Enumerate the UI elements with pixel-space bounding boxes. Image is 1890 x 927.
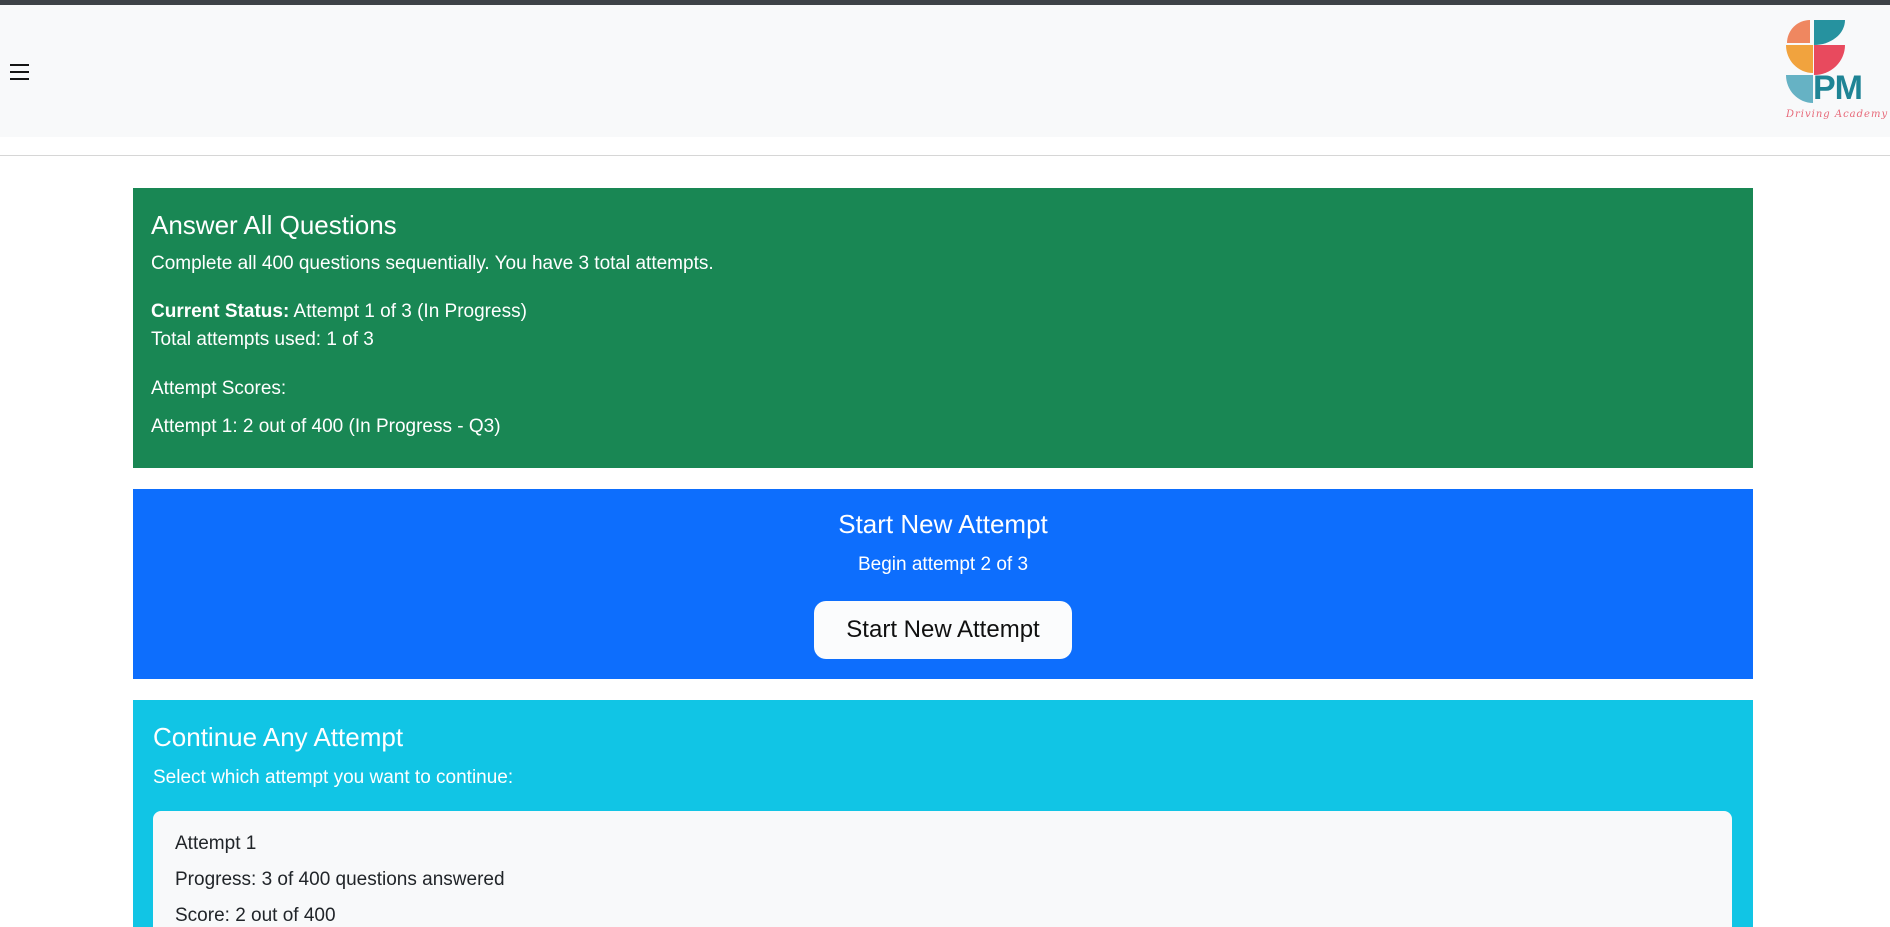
current-status-value: Attempt 1 of 3 (In Progress) xyxy=(289,301,527,322)
start-new-title: Start New Attempt xyxy=(133,507,1753,541)
current-status-line: Current Status: Attempt 1 of 3 (In Progr… xyxy=(151,298,1729,326)
logo-text: PM xyxy=(1813,71,1877,105)
logo-teal-quarter-shape xyxy=(1814,20,1845,45)
attempt-name: Attempt 1 xyxy=(175,830,1710,858)
hamburger-menu-icon[interactable] xyxy=(10,62,30,82)
header-divider xyxy=(0,155,1890,156)
attempt-score: Score: 2 out of 400 xyxy=(175,902,1710,927)
attempt-progress: Progress: 3 of 400 questions answered xyxy=(175,866,1710,894)
current-status-label: Current Status: xyxy=(151,301,289,322)
start-new-attempt-button[interactable]: Start New Attempt xyxy=(814,601,1071,659)
app-header: PM Driving Academy xyxy=(0,5,1890,137)
logo-lightblue-quarter-shape xyxy=(1786,75,1813,103)
start-new-subtitle: Begin attempt 2 of 3 xyxy=(133,551,1753,579)
continue-subtitle: Select which attempt you want to continu… xyxy=(153,764,1732,792)
pm-driving-academy-logo[interactable]: PM Driving Academy xyxy=(1786,17,1877,122)
answer-all-title: Answer All Questions xyxy=(151,208,1729,242)
attempt-scores-label: Attempt Scores: xyxy=(151,375,1729,403)
answer-all-questions-card: Answer All Questions Complete all 400 qu… xyxy=(133,188,1753,468)
answer-all-description: Complete all 400 questions sequentially.… xyxy=(151,250,1729,278)
logo-tagline: Driving Academy xyxy=(1786,109,1877,120)
continue-title: Continue Any Attempt xyxy=(153,720,1732,754)
attempt-1-list-item[interactable]: Attempt 1 Progress: 3 of 400 questions a… xyxy=(153,811,1732,927)
logo-orange-quarter-shape xyxy=(1787,20,1810,43)
total-attempts-line: Total attempts used: 1 of 3 xyxy=(151,326,1729,354)
logo-yellow-quarter-shape xyxy=(1786,45,1813,73)
start-new-attempt-card: Start New Attempt Begin attempt 2 of 3 S… xyxy=(133,489,1753,679)
continue-any-attempt-card: Continue Any Attempt Select which attemp… xyxy=(133,700,1753,927)
attempt-score-line: Attempt 1: 2 out of 400 (In Progress - Q… xyxy=(151,413,1729,441)
